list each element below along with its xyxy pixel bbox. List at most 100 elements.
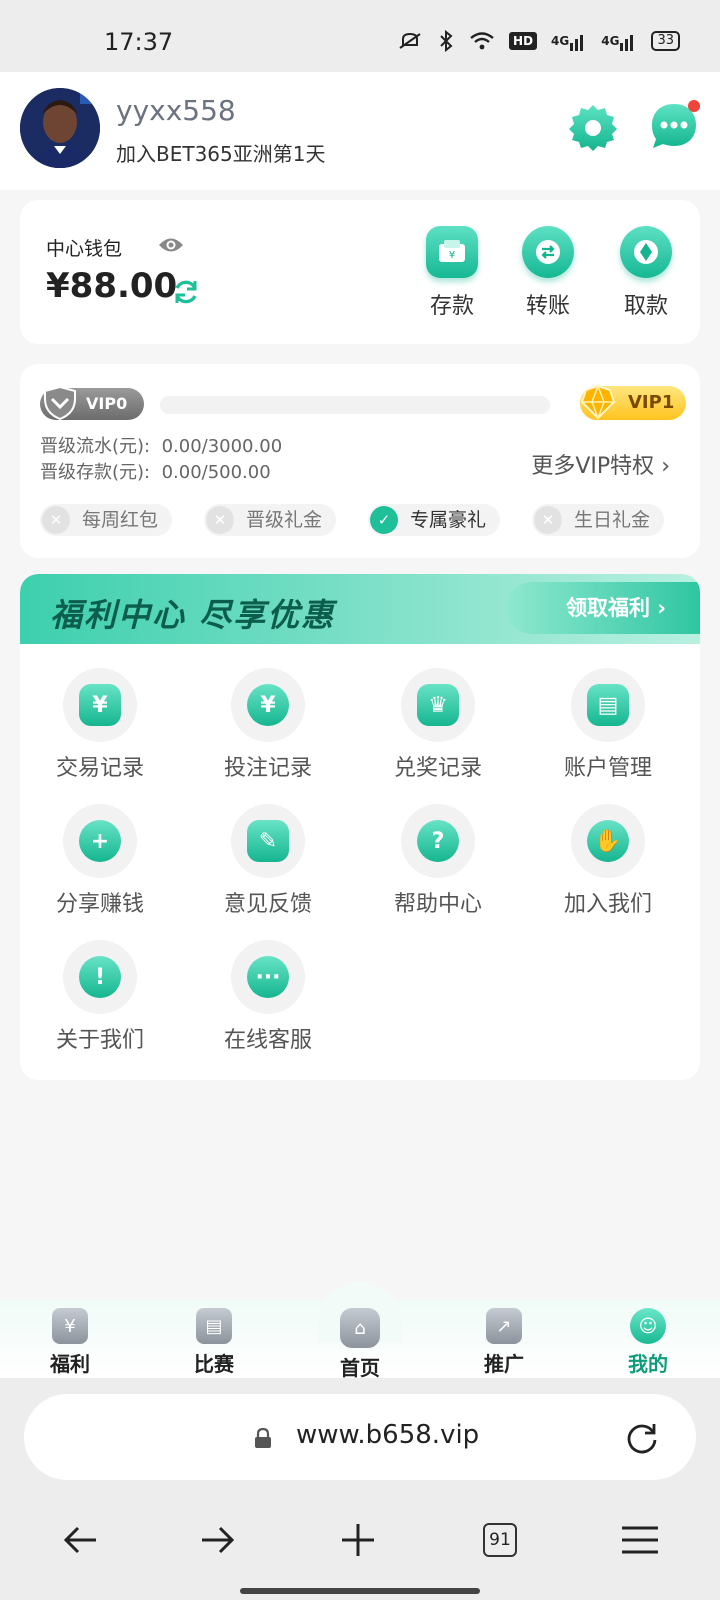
perk-upgrade-bonus[interactable]: ✕ 晋级礼金 (204, 504, 337, 536)
vip-turnover: 晋级流水(元): 0.00/3000.00 (40, 432, 282, 458)
tab-label: 我的 (628, 1352, 668, 1376)
prize-record-icon: ♛ (401, 668, 475, 742)
url-bar[interactable]: www.b658.vip (24, 1394, 696, 1480)
grid-feedback[interactable]: ✎ 意见反馈 (198, 804, 338, 918)
deposit-label: 存款 (429, 294, 474, 319)
benefits-banner: 福利中心 尽享优惠 领取福利 › (20, 574, 700, 644)
grid-label: 投注记录 (223, 756, 312, 781)
chevron-right-icon: › (661, 454, 670, 479)
perk-label: 每周红包 (82, 509, 159, 531)
claim-benefits-button[interactable]: 领取福利 › (506, 582, 700, 634)
forward-button[interactable] (194, 1516, 242, 1564)
eye-icon[interactable] (158, 236, 184, 254)
plus-icon (342, 1524, 374, 1556)
home-indicator (240, 1588, 480, 1594)
promote-tab-icon: ↗ (486, 1308, 522, 1344)
bluetooth-icon (437, 30, 455, 52)
withdraw-button[interactable]: 取款 (606, 226, 686, 320)
vip-progress-bar (160, 396, 550, 414)
wallet-label: 中心钱包 (46, 238, 123, 260)
perk-weekly-redpacket[interactable]: ✕ 每周红包 (40, 504, 173, 536)
grid-share-earn[interactable]: + 分享赚钱 (30, 804, 170, 918)
url-text: www.b658.vip (296, 1420, 480, 1450)
benefits-banner-title: 福利中心 尽享优惠 (50, 596, 336, 634)
back-button[interactable] (56, 1516, 104, 1564)
grid-label: 关于我们 (55, 1028, 144, 1053)
arrow-right-icon (202, 1526, 235, 1554)
battery-icon: 33 (651, 31, 680, 51)
notification-dot (688, 100, 700, 112)
join-days-text: 加入BET365亚洲第1天 (116, 142, 326, 166)
tab-benefits[interactable]: ¥ 福利 (20, 1308, 120, 1377)
profile-header: yyxx558 加入BET365亚洲第1天 (0, 72, 720, 190)
grid-account-management[interactable]: ▤ 账户管理 (538, 668, 678, 782)
grid-prize-record[interactable]: ♛ 兑奖记录 (368, 668, 508, 782)
vip-deposit: 晋级存款(元): 0.00/500.00 (40, 458, 271, 484)
deposit-button[interactable]: ¥ 存款 (412, 226, 492, 320)
messages-button[interactable] (648, 100, 700, 152)
lock-icon (254, 1427, 272, 1448)
menu-button[interactable] (616, 1516, 664, 1564)
withdraw-icon (620, 226, 672, 278)
close-icon: ✕ (206, 506, 234, 534)
tab-home[interactable]: ⌂ 首页 (310, 1308, 410, 1381)
wifi-icon (469, 31, 495, 51)
grid-label: 在线客服 (223, 1028, 312, 1053)
balance-amount: ¥88.00 (46, 266, 178, 306)
grid-transaction-record[interactable]: ¥ 交易记录 (30, 668, 170, 782)
account-management-icon: ▤ (571, 668, 645, 742)
grid-customer-service[interactable]: ··· 在线客服 (198, 940, 338, 1054)
feedback-icon: ✎ (231, 804, 305, 878)
more-vip-label: 更多VIP特权 (531, 454, 655, 479)
transfer-label: 转账 (525, 294, 570, 319)
grid-help-center[interactable]: ? 帮助中心 (368, 804, 508, 918)
hd-badge: HD (509, 32, 538, 50)
grid-label: 兑奖记录 (393, 756, 482, 781)
refresh-balance-icon[interactable] (172, 278, 200, 306)
grid-label: 账户管理 (563, 756, 652, 781)
tab-matches[interactable]: ▤ 比赛 (164, 1308, 264, 1377)
vip-deposit-label: 晋级存款(元): (40, 462, 151, 483)
share-earn-icon: + (63, 804, 137, 878)
tab-profile[interactable]: ☺ 我的 (598, 1308, 698, 1377)
grid-label: 意见反馈 (223, 892, 312, 917)
grid-about-us[interactable]: ! 关于我们 (30, 940, 170, 1054)
customer-service-icon: ··· (231, 940, 305, 1014)
close-icon: ✕ (534, 506, 562, 534)
perk-label: 生日礼金 (574, 509, 651, 531)
new-tab-button[interactable] (334, 1516, 382, 1564)
avatar[interactable] (20, 88, 100, 168)
benefits-card: 福利中心 尽享优惠 领取福利 › ¥ 交易记录 ¥ 投注记录 ♛ 兑奖记录 ▤ … (20, 574, 700, 1080)
chevron-right-icon: › (657, 596, 666, 620)
transaction-record-icon: ¥ (63, 668, 137, 742)
next-vip-badge: VIP1 (580, 383, 686, 421)
grid-label: 交易记录 (55, 756, 144, 781)
wallet-icon: ¥ (426, 226, 478, 278)
status-icons: HD 4G 4G 33 (397, 30, 680, 52)
tab-label: 福利 (50, 1352, 90, 1376)
arrow-left-icon (63, 1526, 96, 1554)
perk-exclusive-gift[interactable]: ✓ 专属豪礼 (368, 504, 501, 536)
transfer-button[interactable]: 转账 (508, 226, 588, 320)
current-vip-badge: VIP0 (40, 385, 144, 421)
tab-promote[interactable]: ↗ 推广 (454, 1308, 554, 1377)
more-vip-link[interactable]: 更多VIP特权 › (531, 448, 670, 480)
perk-birthday-bonus[interactable]: ✕ 生日礼金 (532, 504, 665, 536)
hamburger-menu-icon (622, 1526, 658, 1554)
help-icon: ? (401, 804, 475, 878)
vip-deposit-value: 0.00/500.00 (161, 462, 271, 483)
settings-button[interactable] (568, 102, 618, 152)
about-icon: ! (63, 940, 137, 1014)
tabs-button[interactable]: 91 (476, 1516, 524, 1564)
transfer-icon (522, 226, 574, 278)
perk-label: 晋级礼金 (246, 509, 323, 531)
perk-label: 专属豪礼 (410, 509, 487, 531)
tab-count: 91 (483, 1523, 517, 1557)
matches-tab-icon: ▤ (196, 1308, 232, 1344)
grid-bet-record[interactable]: ¥ 投注记录 (198, 668, 338, 782)
vip-card: VIP0 VIP1 晋级流水(元): 0.00/3000.00 晋级存款(元):… (20, 364, 700, 558)
tab-label: 推广 (484, 1352, 524, 1376)
grid-join-us[interactable]: ✋ 加入我们 (538, 804, 678, 918)
reload-icon[interactable] (624, 1420, 660, 1456)
mute-icon (397, 31, 423, 51)
